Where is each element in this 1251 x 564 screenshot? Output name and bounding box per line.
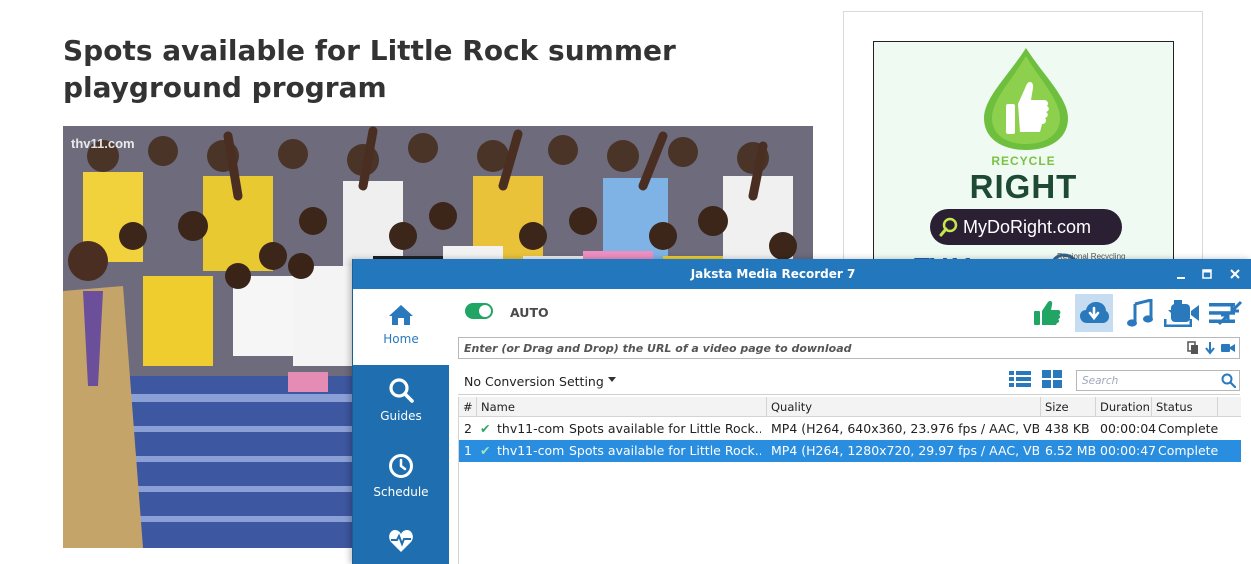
column-header-duration[interactable]: Duration [1096,397,1152,417]
url-input[interactable]: Enter (or Drag and Drop) the URL of a vi… [458,337,1240,359]
download-tray-icon [1164,300,1192,327]
menu-button[interactable] [1203,294,1241,332]
window-title: Jaksta Media Recorder 7 [690,267,856,281]
column-header-size[interactable]: Size [1041,397,1096,417]
sidebar-item-guides[interactable]: Guides [353,377,449,437]
column-header-quality[interactable]: Quality [767,397,1041,417]
hamburger-menu-icon [1209,303,1235,323]
table-row[interactable]: 1 ✔ thv11-com Spots available for Little… [459,440,1241,462]
maximize-icon [1202,269,1212,279]
ad-banner[interactable]: RECYCLE RIGHT MyDoRight.com TV11 Regiona… [873,41,1174,281]
home-icon [389,305,413,325]
column-header-number[interactable]: # [459,397,477,417]
thumbs-up-button[interactable] [1028,294,1066,332]
cloud-download-icon [1080,302,1109,323]
sidebar-item-label: Home [383,332,419,346]
options-bar: No Conversion Setting Search [458,365,1240,395]
table-row[interactable]: 2 ✔ thv11-com Spots available for Little… [459,418,1241,440]
check-icon: ✔ [480,421,491,436]
arrow-down-icon[interactable] [1204,341,1216,355]
sidebar-item-label: Schedule [373,485,429,499]
row-size: 438 KB [1045,421,1090,436]
music-icon [1127,299,1153,327]
photo-watermark: thv11.com [71,136,135,151]
close-icon [1230,269,1240,279]
chevron-down-icon[interactable] [608,377,616,382]
video-small-icon[interactable] [1221,341,1235,355]
auto-label: AUTO [510,305,549,320]
downloads-button[interactable] [1159,294,1197,332]
check-icon: ✔ [480,443,491,458]
sidebar-item-label: Guides [380,409,422,423]
search-placeholder: Search [1082,375,1119,387]
row-quality: MP4 (H264, 640x360, 23.976 fps / AAC, VB… [771,421,1039,436]
heartbeat-icon [389,530,413,552]
ad-url-text: MyDoRight.com [963,217,1092,237]
paste-icon[interactable] [1187,341,1199,355]
row-size: 6.52 MB [1045,443,1097,458]
row-site: thv11-com [497,421,565,436]
thumbs-up-drop-icon [984,48,1068,150]
article-title: Spots available for Little Rock summer p… [63,34,676,104]
ad-url-pill[interactable]: MyDoRight.com [930,209,1122,245]
toolbar: AUTO [449,289,1251,335]
jaksta-window[interactable]: Jaksta Media Recorder 7 Home Guides Sche… [352,259,1251,564]
search-input[interactable]: Search [1076,370,1240,391]
table-header: # Name Quality Size Duration Status [459,397,1241,417]
row-status: Complete [1158,443,1219,458]
clock-icon [389,454,413,478]
thumbs-up-icon [1034,301,1061,325]
sidebar-item-home[interactable]: Home [353,289,449,365]
ad-right-text: RIGHT [969,168,1078,205]
row-number: 2 [464,421,472,436]
ad-recycle-text: RECYCLE [991,154,1056,168]
row-number: 1 [464,443,472,458]
row-status: Complete [1158,421,1219,436]
downloads-table: # Name Quality Size Duration Status 2 ✔ … [458,397,1241,564]
title-bar[interactable]: Jaksta Media Recorder 7 [353,259,1251,289]
column-header-status[interactable]: Status [1152,397,1218,417]
grid-view-icon[interactable] [1042,370,1062,388]
row-name: Spots available for Little Rock... [569,443,761,458]
row-quality: MP4 (H264, 1280x720, 29.97 fps / AAC, VB… [771,443,1039,458]
row-site: thv11-com [497,443,565,458]
url-placeholder: Enter (or Drag and Drop) the URL of a vi… [464,342,852,355]
auto-toggle[interactable] [465,303,493,319]
download-cloud-button[interactable] [1075,294,1113,332]
conversion-select[interactable]: No Conversion Setting [464,374,604,389]
row-duration: 00:00:47 [1100,443,1157,458]
advertisement[interactable]: RECYCLE RIGHT MyDoRight.com TV11 Regiona… [843,11,1203,281]
minimize-button[interactable] [1168,259,1194,289]
minimize-icon [1177,277,1185,279]
maximize-button[interactable] [1194,259,1220,289]
column-header-name[interactable]: Name [477,397,767,417]
search-icon[interactable] [1221,373,1236,388]
audio-button[interactable] [1121,294,1159,332]
sidebar: Home Guides Schedule [353,289,449,564]
sidebar-item-health[interactable] [353,529,449,559]
sidebar-item-schedule[interactable]: Schedule [353,453,449,513]
row-name: Spots available for Little Rock... [569,421,761,436]
list-view-icon[interactable] [1009,370,1031,388]
close-button[interactable] [1222,259,1248,289]
row-duration: 00:00:04 [1100,421,1157,436]
magnifier-icon [939,217,958,237]
search-icon [389,378,414,403]
